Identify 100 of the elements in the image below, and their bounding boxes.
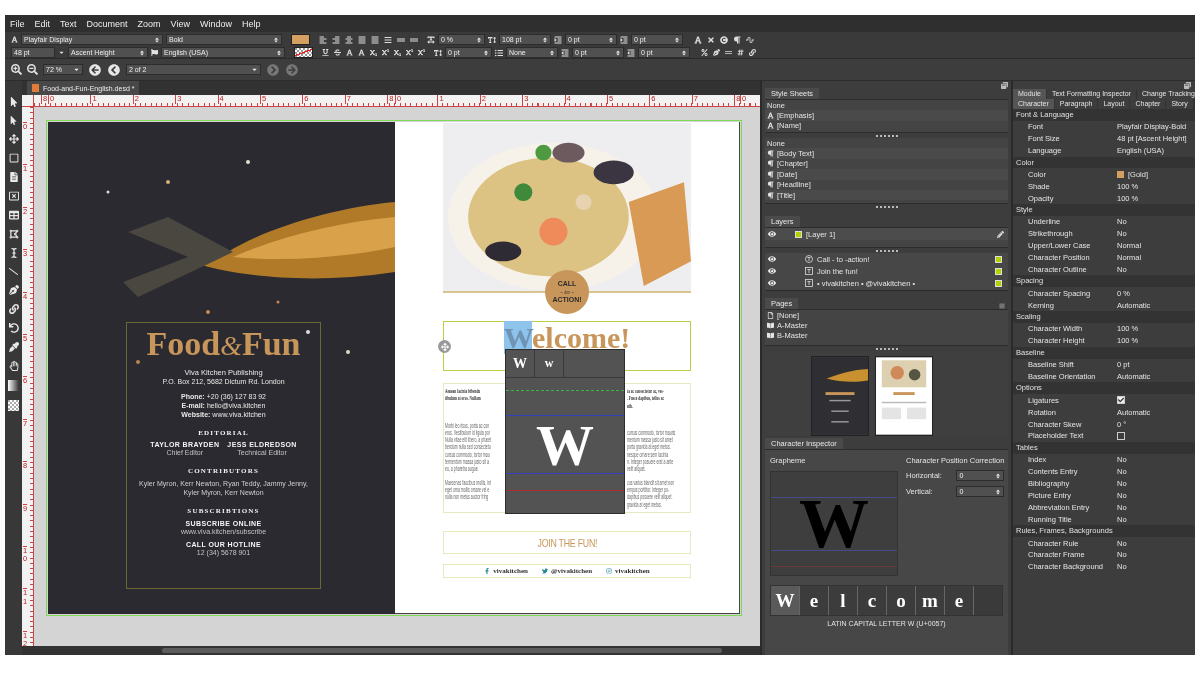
strikethrough-icon[interactable]	[334, 49, 341, 56]
hash-icon[interactable]	[737, 49, 744, 56]
rotate-icon[interactable]	[8, 323, 19, 333]
caret-icon	[58, 49, 65, 56]
menu-item[interactable]: Document	[81, 18, 133, 29]
menu-item[interactable]: Help	[236, 18, 266, 29]
color-swatch[interactable]	[291, 34, 310, 45]
font-icon	[11, 36, 18, 43]
transparent-swatch[interactable]	[8, 400, 19, 411]
justify-icon[interactable]	[358, 35, 366, 44]
page-icon	[767, 311, 774, 319]
line-spacing-icon	[488, 35, 496, 44]
grapheme-preview: W	[770, 471, 898, 576]
link-icon[interactable]	[8, 304, 19, 314]
image-frame-icon[interactable]	[8, 191, 19, 201]
paragraph-icon	[767, 191, 774, 199]
eye-icon[interactable]	[768, 230, 777, 238]
hand-icon[interactable]	[8, 361, 19, 371]
checkbox[interactable]	[1117, 396, 1125, 405]
glyph-cell[interactable]: W	[771, 586, 800, 615]
circled-t-icon	[805, 255, 813, 263]
link-icon[interactable]	[749, 49, 756, 56]
layer-color-square	[995, 255, 1002, 263]
zoom-in-icon[interactable]	[11, 64, 22, 75]
eye-icon[interactable]	[768, 255, 777, 263]
list-icon	[495, 48, 503, 57]
menu-item[interactable]: View	[165, 18, 195, 29]
menu-item[interactable]: Zoom	[132, 18, 166, 29]
subscript-icon[interactable]	[370, 49, 377, 56]
superscript-icon[interactable]	[406, 49, 413, 56]
stepper-icon	[615, 49, 621, 56]
line-icon[interactable]	[9, 267, 18, 276]
character-style-icon	[767, 122, 774, 130]
move-icon[interactable]	[8, 134, 19, 144]
move-handle[interactable]	[438, 340, 451, 353]
paragraph-icon	[767, 170, 774, 178]
bird-icon	[541, 568, 548, 574]
justify-icon[interactable]	[371, 35, 379, 44]
close-icon[interactable]	[707, 35, 715, 44]
lines-icon[interactable]	[384, 35, 392, 44]
wave-icon[interactable]	[746, 35, 754, 44]
eyedropper-icon[interactable]	[8, 342, 19, 352]
subscript-icon[interactable]	[394, 49, 401, 56]
paragraph-icon[interactable]	[733, 35, 741, 44]
pointer-icon[interactable]	[8, 97, 19, 107]
percent-icon[interactable]	[701, 49, 708, 56]
checkbox[interactable]	[1117, 432, 1125, 440]
tracking-icon	[427, 35, 435, 44]
text-frame-icon	[805, 267, 813, 275]
type-icon[interactable]	[358, 49, 365, 56]
menu-item[interactable]: Window	[194, 18, 237, 29]
text-frame-icon[interactable]	[8, 172, 19, 182]
previous-page-button[interactable]	[107, 62, 121, 77]
align-left-icon[interactable]	[319, 35, 327, 44]
first-page-button[interactable]	[88, 62, 102, 77]
type-icon[interactable]	[694, 35, 702, 44]
superscript-icon[interactable]	[382, 49, 389, 56]
type-icon[interactable]	[346, 49, 353, 56]
facebook-icon	[484, 568, 491, 574]
document-icon	[32, 84, 39, 92]
indent-icon	[620, 35, 628, 44]
space-icon[interactable]	[725, 49, 732, 56]
align-center-icon[interactable]	[345, 35, 353, 44]
pencil-icon[interactable]	[997, 230, 1004, 238]
stepper-icon	[995, 472, 1002, 479]
scrollbar-thumb[interactable]	[162, 648, 722, 653]
stepper-icon	[549, 49, 555, 56]
polygon-icon[interactable]	[8, 229, 19, 239]
float-icon[interactable]	[1001, 81, 1008, 89]
menu-item[interactable]: Edit	[29, 18, 56, 29]
caret-icon	[251, 66, 258, 73]
glyph-option[interactable]: w	[535, 350, 564, 377]
character-style-icon	[767, 112, 774, 120]
glyph-option[interactable]: W	[506, 350, 535, 377]
table-icon[interactable]	[8, 210, 19, 220]
text-frame-icon	[805, 279, 813, 287]
no-color-swatch[interactable]	[294, 47, 313, 58]
gradient-swatch[interactable]	[8, 380, 19, 391]
stepper-icon	[139, 49, 145, 56]
menu-item[interactable]: File	[5, 18, 30, 29]
menu-item[interactable]: Text	[55, 18, 82, 29]
stepper-icon	[154, 36, 160, 43]
superscript-icon[interactable]	[418, 49, 425, 56]
stepper-icon	[995, 488, 1002, 495]
underline-icon[interactable]	[322, 49, 329, 56]
pen-icon[interactable]	[8, 285, 19, 295]
paragraph-icon	[767, 181, 774, 189]
layer-color-square	[995, 267, 1002, 275]
stepper-icon	[542, 36, 548, 43]
layer-color-square	[995, 279, 1002, 287]
eye-icon[interactable]	[768, 267, 777, 275]
align-right-icon[interactable]	[332, 35, 340, 44]
pen-icon[interactable]	[713, 49, 720, 56]
copyright-icon[interactable]	[720, 35, 728, 44]
float-icon[interactable]	[1184, 81, 1191, 89]
zoom-out-icon[interactable]	[27, 64, 38, 75]
pointer-icon[interactable]	[9, 116, 18, 125]
indent-icon	[554, 35, 562, 44]
eye-icon[interactable]	[768, 279, 777, 287]
stepper-icon	[608, 36, 614, 43]
